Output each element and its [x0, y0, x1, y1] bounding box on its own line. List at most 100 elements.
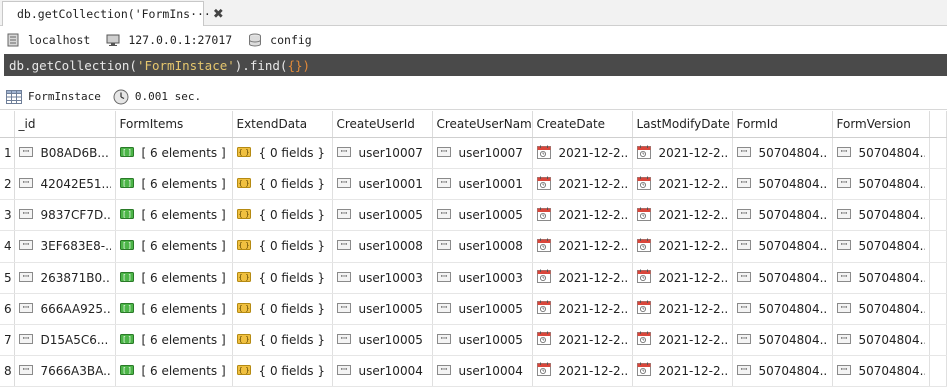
column-header-formitems[interactable]: FormItems: [115, 111, 233, 138]
cell-createuserid[interactable]: "" user10005: [332, 324, 433, 356]
cell-id[interactable]: "" 263871B0...: [14, 262, 116, 294]
cell-formitems[interactable]: [ ] [ 6 elements ]: [115, 355, 233, 387]
cell-lastmodifydate[interactable]: 2021-12-2...: [632, 293, 733, 325]
table-row[interactable]: 1 "" B08AD6B... [ ] [ 6 elements ] { } { 0 fie…: [0, 137, 947, 170]
cell-formitems[interactable]: [ ] [ 6 elements ]: [115, 262, 233, 294]
string-type-icon: "": [436, 239, 451, 253]
cell-formid[interactable]: "" 50704804...: [732, 230, 833, 263]
column-header-lastmodifydate[interactable]: LastModifyDate: [632, 111, 733, 138]
cell-createusername[interactable]: "" user10003: [432, 262, 533, 294]
cell-formid[interactable]: "" 50704804...: [732, 293, 833, 325]
cell-formversion[interactable]: "" 50704804...: [832, 230, 930, 263]
cell-formitems[interactable]: [ ] [ 6 elements ]: [115, 230, 233, 263]
cell-extenddata[interactable]: { } { 0 fields }: [232, 199, 333, 232]
cell-createuserid[interactable]: "" user10001: [332, 168, 433, 201]
cell-extenddata[interactable]: { } { 0 fields }: [232, 230, 333, 263]
cell-formversion[interactable]: "" 50704804...: [832, 355, 930, 387]
cell-lastmodifydate[interactable]: 2021-12-2...: [632, 199, 733, 232]
cell-formversion[interactable]: "" 50704804...: [832, 293, 930, 325]
cell-formitems[interactable]: [ ] [ 6 elements ]: [115, 324, 233, 356]
table-row[interactable]: 6 "" 666AA925... [ ] [ 6 elements ] { } { 0 fi…: [0, 293, 947, 325]
cell-extenddata[interactable]: { } { 0 fields }: [232, 168, 333, 201]
cell-createuserid[interactable]: "" user10008: [332, 230, 433, 263]
string-type-icon: "": [736, 146, 751, 160]
cell-formversion[interactable]: "" 50704804...: [832, 168, 930, 201]
cell-formid[interactable]: "" 50704804...: [732, 355, 833, 387]
cell-id[interactable]: "" D15A5C6...: [14, 324, 116, 356]
cell-formid[interactable]: "" 50704804...: [732, 137, 833, 170]
column-header-formid[interactable]: FormId: [732, 111, 833, 138]
cell-extenddata[interactable]: { } { 0 fields }: [232, 324, 333, 356]
cell-id[interactable]: "" 9837CF7D...: [14, 199, 116, 232]
cell-createdate[interactable]: 2021-12-2...: [532, 230, 633, 263]
cell-createdate[interactable]: 2021-12-2...: [532, 137, 633, 170]
cell-lastmodifydate[interactable]: 2021-12-2...: [632, 324, 733, 356]
svg-text:"": "": [340, 273, 346, 281]
rownum-header: [0, 111, 15, 138]
column-header-extenddata[interactable]: ExtendData: [232, 111, 333, 138]
cell-id[interactable]: "" B08AD6B...: [14, 137, 116, 170]
cell-formversion[interactable]: "" 50704804...: [832, 199, 930, 232]
query-tab[interactable]: db.getCollection('FormIns··· ✖: [2, 1, 224, 26]
address-label: 127.0.0.1:27017: [128, 33, 233, 47]
table-row[interactable]: 8 "" 7666A3BA... [ ] [ 6 elements ] { } { 0 fi…: [0, 355, 947, 387]
cell-createusername[interactable]: "" user10007: [432, 137, 533, 170]
column-header-id[interactable]: _id: [14, 111, 116, 138]
cell-lastmodifydate[interactable]: 2021-12-2...: [632, 137, 733, 170]
cell-createuserid[interactable]: "" user10005: [332, 293, 433, 325]
cell-extenddata[interactable]: { } { 0 fields }: [232, 137, 333, 170]
column-header-formversion[interactable]: FormVersion: [832, 111, 930, 138]
cell-extenddata[interactable]: { } { 0 fields }: [232, 262, 333, 294]
cell-createdate[interactable]: 2021-12-2...: [532, 355, 633, 387]
table-row[interactable]: 2 "" 42042E51... [ ] [ 6 elements ] { } { 0 fi…: [0, 168, 947, 201]
svg-text:"": "": [840, 367, 846, 375]
cell-formitems[interactable]: [ ] [ 6 elements ]: [115, 168, 233, 201]
cell-createuserid[interactable]: "" user10007: [332, 137, 433, 170]
cell-createusername[interactable]: "" user10005: [432, 324, 533, 356]
cell-createuserid[interactable]: "" user10003: [332, 262, 433, 294]
cell-id[interactable]: "" 3EF683E8-...: [14, 230, 116, 263]
table-row[interactable]: 3 "" 9837CF7D... [ ] [ 6 elements ] { } { 0 fi…: [0, 199, 947, 232]
column-header-createdate[interactable]: CreateDate: [532, 111, 633, 138]
cell-formid[interactable]: "" 50704804...: [732, 262, 833, 294]
cell-createuserid[interactable]: "" user10005: [332, 199, 433, 232]
table-row[interactable]: 4 "" 3EF683E8-... [ ] [ 6 elements ] { } { 0 f…: [0, 230, 947, 263]
cell-formversion[interactable]: "" 50704804...: [832, 262, 930, 294]
close-tab-icon[interactable]: ✖: [213, 7, 224, 22]
cell-formid[interactable]: "" 50704804...: [732, 168, 833, 201]
cell-id[interactable]: "" 7666A3BA...: [14, 355, 116, 387]
column-header-createuserid[interactable]: CreateUserId: [332, 111, 433, 138]
cell-formitems[interactable]: [ ] [ 6 elements ]: [115, 199, 233, 232]
cell-createusername[interactable]: "" user10004: [432, 355, 533, 387]
table-row[interactable]: 7 "" D15A5C6... [ ] [ 6 elements ] { } { 0 fie…: [0, 324, 947, 356]
cell-value: [ 6 elements ]: [141, 363, 226, 378]
query-editor[interactable]: db.getCollection('FormInstace').find({}): [4, 54, 947, 76]
table-row[interactable]: 5 "" 263871B0... [ ] [ 6 elements ] { } { 0 fi…: [0, 262, 947, 294]
cell-createdate[interactable]: 2021-12-2...: [532, 324, 633, 356]
cell-formitems[interactable]: [ ] [ 6 elements ]: [115, 137, 233, 170]
cell-createusername[interactable]: "" user10005: [432, 293, 533, 325]
cell-extenddata[interactable]: { } { 0 fields }: [232, 293, 333, 325]
cell-createdate[interactable]: 2021-12-2...: [532, 262, 633, 294]
cell-id[interactable]: "" 666AA925...: [14, 293, 116, 325]
cell-extenddata[interactable]: { } { 0 fields }: [232, 355, 333, 387]
cell-formid[interactable]: "" 50704804...: [732, 199, 833, 232]
cell-formversion[interactable]: "" 50704804...: [832, 324, 930, 356]
cell-createusername[interactable]: "" user10005: [432, 199, 533, 232]
object-type-icon: { }: [236, 302, 251, 316]
cell-formid[interactable]: "" 50704804...: [732, 324, 833, 356]
cell-formversion[interactable]: "" 50704804...: [832, 137, 930, 170]
column-header-createusername[interactable]: CreateUserNam: [432, 111, 533, 138]
cell-lastmodifydate[interactable]: 2021-12-2...: [632, 230, 733, 263]
cell-createuserid[interactable]: "" user10004: [332, 355, 433, 387]
cell-createusername[interactable]: "" user10008: [432, 230, 533, 263]
cell-formitems[interactable]: [ ] [ 6 elements ]: [115, 293, 233, 325]
cell-id[interactable]: "" 42042E51...: [14, 168, 116, 201]
cell-lastmodifydate[interactable]: 2021-12-2...: [632, 262, 733, 294]
cell-createusername[interactable]: "" user10001: [432, 168, 533, 201]
cell-createdate[interactable]: 2021-12-2...: [532, 199, 633, 232]
cell-createdate[interactable]: 2021-12-2...: [532, 168, 633, 201]
cell-lastmodifydate[interactable]: 2021-12-2...: [632, 168, 733, 201]
cell-lastmodifydate[interactable]: 2021-12-2...: [632, 355, 733, 387]
cell-createdate[interactable]: 2021-12-2...: [532, 293, 633, 325]
